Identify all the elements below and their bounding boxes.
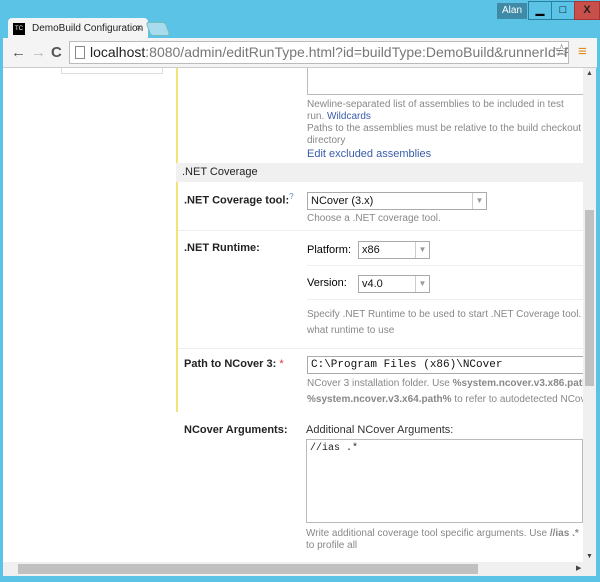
user-badge: Alan (497, 3, 527, 19)
maximize-button[interactable]: □ (551, 1, 575, 20)
section-header: .NET Coverage (176, 163, 583, 182)
chevron-down-icon: ▼ (472, 193, 486, 209)
tab-title: DemoBuild Configuration (32, 23, 144, 34)
chevron-down-icon: ▼ (415, 276, 429, 292)
runtime-note-2: what runtime to use (307, 325, 395, 336)
browser-toolbar: ← → C localhost:8080/admin/editRunType.h… (3, 38, 597, 68)
close-window-button[interactable]: X (574, 1, 600, 20)
url-path: :8080/admin/editRunType.html?id=buildTyp… (145, 44, 568, 60)
path-var-x86: %system.ncover.v3.x86.path% (452, 378, 583, 389)
wildcards-link[interactable]: Wildcards (327, 111, 371, 122)
args-note: Write additional coverage tool specific … (306, 528, 550, 539)
minimize-button[interactable]: ▁ (528, 1, 552, 20)
teamcity-logo-icon: TC (13, 23, 25, 35)
coverage-tool-value: NCover (3.x) (311, 195, 374, 207)
vertical-scroll-thumb[interactable] (585, 210, 594, 386)
sidebar-box (61, 68, 163, 74)
ncover-args-row: NCover Arguments: Additional NCover Argu… (176, 412, 583, 562)
required-marker: * (279, 358, 284, 370)
ncover-args-label: NCover Arguments: (184, 424, 288, 436)
version-label: Version: (307, 277, 347, 289)
path-label: Path to NCover 3: (184, 358, 277, 370)
bookmark-star-icon[interactable]: ☆ (554, 41, 569, 61)
path-note: NCover 3 installation folder. Use (307, 378, 453, 389)
assemblies-row: Newline-separated list of assemblies to … (176, 68, 583, 163)
assemblies-paths-note: Paths to the assemblies must be relative… (307, 123, 582, 146)
tab-close-icon[interactable]: × (136, 18, 142, 40)
args-note-code: //ias .* (549, 528, 579, 539)
chevron-down-icon: ▼ (415, 242, 429, 258)
forward-icon[interactable]: → (31, 44, 46, 61)
vertical-scrollbar[interactable]: ▲ ▼ (583, 68, 596, 562)
ncover-path-input[interactable]: C:\Program Files (x86)\NCover (307, 356, 583, 374)
version-select[interactable]: v4.0 ▼ (358, 275, 430, 293)
back-icon[interactable]: ← (11, 44, 26, 61)
coverage-tool-note: Choose a .NET coverage tool. (307, 213, 441, 224)
menu-icon[interactable]: ≡ (578, 43, 587, 60)
divider (178, 348, 583, 349)
browser-tab[interactable]: TC DemoBuild Configuration × (8, 18, 148, 40)
path-var-x64: %system.ncover.v3.x64.path% (307, 394, 452, 405)
horizontal-scroll-thumb[interactable] (18, 564, 478, 574)
platform-label: Platform: (307, 244, 352, 256)
reload-icon[interactable]: C (51, 44, 62, 61)
page-content: Newline-separated list of assemblies to … (3, 68, 583, 562)
coverage-tool-label: .NET Coverage tool: (184, 194, 290, 207)
version-value: v4.0 (362, 278, 383, 290)
divider (307, 299, 583, 300)
scroll-down-icon[interactable]: ▼ (586, 553, 593, 560)
path-note-2: to refer to autodetected NCover 3 on a b… (454, 394, 583, 405)
address-bar[interactable]: localhost:8080/admin/editRunType.html?id… (69, 41, 569, 64)
new-tab-button[interactable] (145, 22, 171, 36)
runtime-note: Specify .NET Runtime to be used to start… (307, 309, 583, 320)
help-icon[interactable]: ? (289, 192, 293, 201)
runtime-label: .NET Runtime: (184, 242, 260, 254)
coverage-settings: .NET Coverage tool:? NCover (3.x) ▼ Choos… (176, 182, 583, 412)
divider (178, 230, 583, 231)
platform-value: x86 (362, 244, 380, 256)
edit-excluded-assemblies-link[interactable]: Edit excluded assemblies (307, 147, 583, 161)
platform-select[interactable]: x86 ▼ (358, 241, 430, 259)
horizontal-scrollbar[interactable]: ▶ (3, 562, 596, 576)
page-icon (75, 46, 85, 59)
additional-args-label: Additional NCover Arguments: (306, 424, 454, 436)
assemblies-textarea[interactable] (307, 68, 583, 95)
coverage-tool-select[interactable]: NCover (3.x) ▼ (307, 192, 487, 210)
divider (307, 265, 583, 266)
ncover-args-textarea[interactable]: //ias .* (306, 439, 583, 523)
url-host: localhost (90, 44, 146, 60)
scroll-right-icon[interactable]: ▶ (576, 564, 581, 572)
args-note-end: to profile all (306, 540, 358, 551)
scroll-up-icon[interactable]: ▲ (586, 70, 593, 77)
